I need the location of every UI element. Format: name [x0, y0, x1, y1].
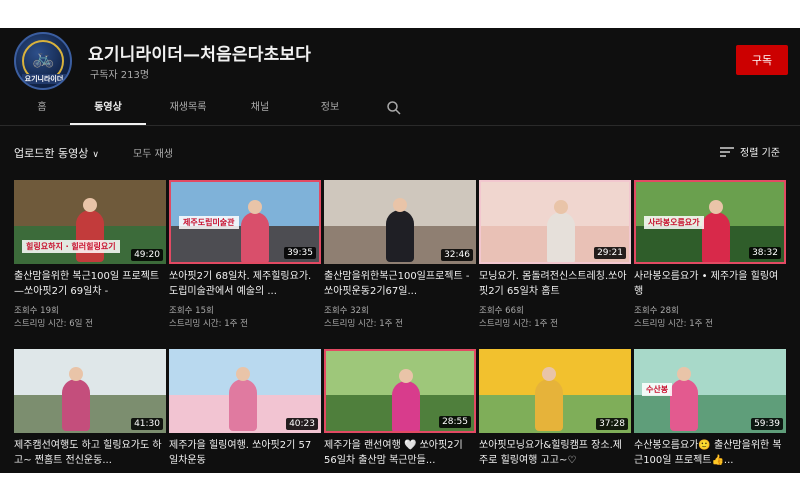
- video-card[interactable]: 사라봉오름요가 38:32 사라봉오름요가 • 제주가을 힐링여행조회수 28회스트…: [634, 180, 786, 330]
- thumbnail-face: [554, 200, 568, 214]
- thumbnail-text: 힐링요하지 · 힐러힐링요기: [22, 240, 120, 253]
- tab-channels[interactable]: 채널: [240, 96, 280, 125]
- thumbnail-face: [69, 367, 83, 381]
- video-title[interactable]: 제주가을 랜선여행 🤍 쏘아핏2기56일차 출산맘 복근만들...: [324, 438, 474, 468]
- video-title[interactable]: 제주가을 힐링여행. 쏘아핏2기 57일차운동: [169, 438, 319, 468]
- video-card[interactable]: 41:30 제주캠선여행도 하고 힐링요가도 하고~ 쩐홈트 전신운동...: [14, 349, 166, 473]
- video-streamed-time: 스트리밍 시간: 1주 전: [169, 319, 248, 329]
- tab-about[interactable]: 정보: [310, 96, 350, 125]
- channel-title: 요기니라이더—처음은다초보다: [88, 45, 312, 65]
- thumbnail-text: 수산봉: [642, 383, 673, 396]
- video-views: 조회수 15회: [169, 306, 214, 316]
- thumbnail-person: [229, 379, 257, 431]
- thumbnail-text: 사라봉오름요가: [644, 216, 704, 229]
- uploads-dropdown[interactable]: 업로드한 동영상 ∨: [14, 145, 99, 161]
- avatar-label: 요기니라이더: [22, 74, 66, 84]
- channel-tabs: 홈 동영상 재생목록 채널 정보: [0, 96, 800, 126]
- thumbnail-text: 제주도립미술관: [179, 216, 239, 229]
- video-duration: 39:35: [284, 247, 316, 259]
- video-title[interactable]: 출산맘을위한 복근100일 프로젝트 —쏘아핏2기 69일차 -: [14, 269, 164, 299]
- video-thumbnail[interactable]: 29:21: [479, 180, 631, 264]
- video-thumbnail[interactable]: 32:46: [324, 180, 476, 264]
- sort-button[interactable]: 정렬 기준: [720, 144, 780, 159]
- video-title[interactable]: 출산맘을위한복근100일프로젝트 - 쏘아핏운동2기67일...: [324, 269, 474, 299]
- video-title[interactable]: 쏘아핏2기 68일차. 제주힐링요가.도립미술관에서 예술의 ...: [169, 269, 319, 299]
- video-title[interactable]: 사라봉오름요가 • 제주가을 힐링여행: [634, 269, 784, 299]
- uploads-label: 업로드한 동영상: [14, 147, 89, 160]
- video-card[interactable]: 힐링요하지 · 힐러힐링요기 49:20 출산맘을위한 복근100일 프로젝트 —쏘…: [14, 180, 166, 330]
- subscriber-count: 구독자 213명: [90, 70, 150, 81]
- bike-icon: 🚲: [32, 48, 55, 69]
- thumbnail-person: [62, 379, 90, 431]
- thumbnail-person: [76, 210, 104, 262]
- thumbnail-face: [709, 200, 723, 214]
- video-thumbnail[interactable]: 40:23: [169, 349, 321, 433]
- thumbnail-face: [83, 198, 97, 212]
- video-duration: 29:21: [594, 247, 626, 259]
- video-title[interactable]: 쏘아핏모닝요가&힐링캠프 장소.제주로 힐링여행 고고~♡: [479, 438, 629, 468]
- thumbnail-person: [535, 379, 563, 431]
- search-icon[interactable]: [386, 100, 402, 116]
- thumbnail-person: [386, 210, 414, 262]
- thumbnail-face: [236, 367, 250, 381]
- video-thumbnail[interactable]: 사라봉오름요가 38:32: [634, 180, 786, 264]
- thumbnail-person: [547, 212, 575, 262]
- video-views: 조회수 28회: [634, 306, 679, 316]
- youtube-channel-page: 🚲 요기니라이더 요기니라이더—처음은다초보다 구독자 213명 구독 홈 동영…: [0, 28, 800, 473]
- video-streamed-time: 스트리밍 시간: 1주 전: [634, 319, 713, 329]
- video-duration: 38:32: [749, 247, 781, 259]
- thumbnail-face: [542, 367, 556, 381]
- thumbnail-face: [677, 367, 691, 381]
- video-duration: 37:28: [596, 418, 628, 430]
- channel-avatar[interactable]: 🚲 요기니라이더: [14, 32, 72, 90]
- sort-label: 정렬 기준: [740, 148, 780, 159]
- tab-home[interactable]: 홈: [30, 96, 54, 125]
- thumbnail-person: [702, 212, 730, 262]
- video-title[interactable]: 수산봉오름요가🙂 출산맘을위한 복근100일 프로젝트👍...: [634, 438, 784, 468]
- video-streamed-time: 스트리밍 시간: 6일 전: [14, 319, 93, 329]
- video-thumbnail[interactable]: 힐링요하지 · 힐러힐링요기 49:20: [14, 180, 166, 264]
- video-duration: 32:46: [441, 249, 473, 261]
- tab-videos[interactable]: 동영상: [70, 96, 146, 125]
- video-views: 조회수 32회: [324, 306, 369, 316]
- chevron-down-icon: ∨: [92, 150, 99, 160]
- video-thumbnail[interactable]: 28:55: [324, 349, 476, 433]
- video-duration: 59:39: [751, 418, 783, 430]
- video-duration: 40:23: [286, 418, 318, 430]
- thumbnail-background: [14, 349, 166, 396]
- thumbnail-person: [392, 381, 420, 431]
- sort-icon: [720, 147, 734, 157]
- video-duration: 28:55: [439, 416, 471, 428]
- thumbnail-face: [393, 198, 407, 212]
- video-streamed-time: 스트리밍 시간: 1주 전: [324, 319, 403, 329]
- screenshot-canvas: 🚲 요기니라이더 요기니라이더—처음은다초보다 구독자 213명 구독 홈 동영…: [0, 0, 800, 500]
- video-duration: 49:20: [131, 249, 163, 261]
- video-duration: 41:30: [131, 418, 163, 430]
- video-thumbnail[interactable]: 수산봉 59:39: [634, 349, 786, 433]
- video-title[interactable]: 모닝요가. 몸돌려전신스트레칭.쏘아핏2기 65일차 홈트: [479, 269, 629, 299]
- tab-playlists[interactable]: 재생목록: [160, 96, 216, 125]
- video-card[interactable]: 32:46 출산맘을위한복근100일프로젝트 - 쏘아핏운동2기67일... 조회수…: [324, 180, 476, 330]
- video-card[interactable]: 수산봉 59:39 수산봉오름요가🙂 출산맘을위한 복근100일 프로젝트👍...: [634, 349, 786, 473]
- thumbnail-person: [241, 212, 269, 262]
- thumbnail-face: [399, 369, 413, 383]
- subscribe-button[interactable]: 구독: [736, 45, 788, 75]
- video-views: 조회수 19회: [14, 306, 59, 316]
- video-card[interactable]: 28:55 제주가을 랜선여행 🤍 쏘아핏2기56일차 출산맘 복근만들...: [324, 349, 476, 473]
- thumbnail-person: [670, 379, 698, 431]
- video-title[interactable]: 제주캠선여행도 하고 힐링요가도 하고~ 쩐홈트 전신운동...: [14, 438, 164, 468]
- video-card[interactable]: 40:23 제주가을 힐링여행. 쏘아핏2기 57일차운동: [169, 349, 321, 473]
- play-all-button[interactable]: 모두 재생: [133, 145, 173, 160]
- video-streamed-time: 스트리밍 시간: 1주 전: [479, 319, 558, 329]
- video-card[interactable]: 제주도립미술관 39:35 쏘아핏2기 68일차. 제주힐링요가.도립미술관에서 예…: [169, 180, 321, 330]
- video-thumbnail[interactable]: 제주도립미술관 39:35: [169, 180, 321, 264]
- thumbnail-face: [248, 200, 262, 214]
- video-thumbnail[interactable]: 41:30: [14, 349, 166, 433]
- video-thumbnail[interactable]: 37:28: [479, 349, 631, 433]
- video-views: 조회수 66회: [479, 306, 524, 316]
- video-card[interactable]: 37:28 쏘아핏모닝요가&힐링캠프 장소.제주로 힐링여행 고고~♡: [479, 349, 631, 473]
- video-card[interactable]: 29:21 모닝요가. 몸돌려전신스트레칭.쏘아핏2기 65일차 홈트조회수 66…: [479, 180, 631, 330]
